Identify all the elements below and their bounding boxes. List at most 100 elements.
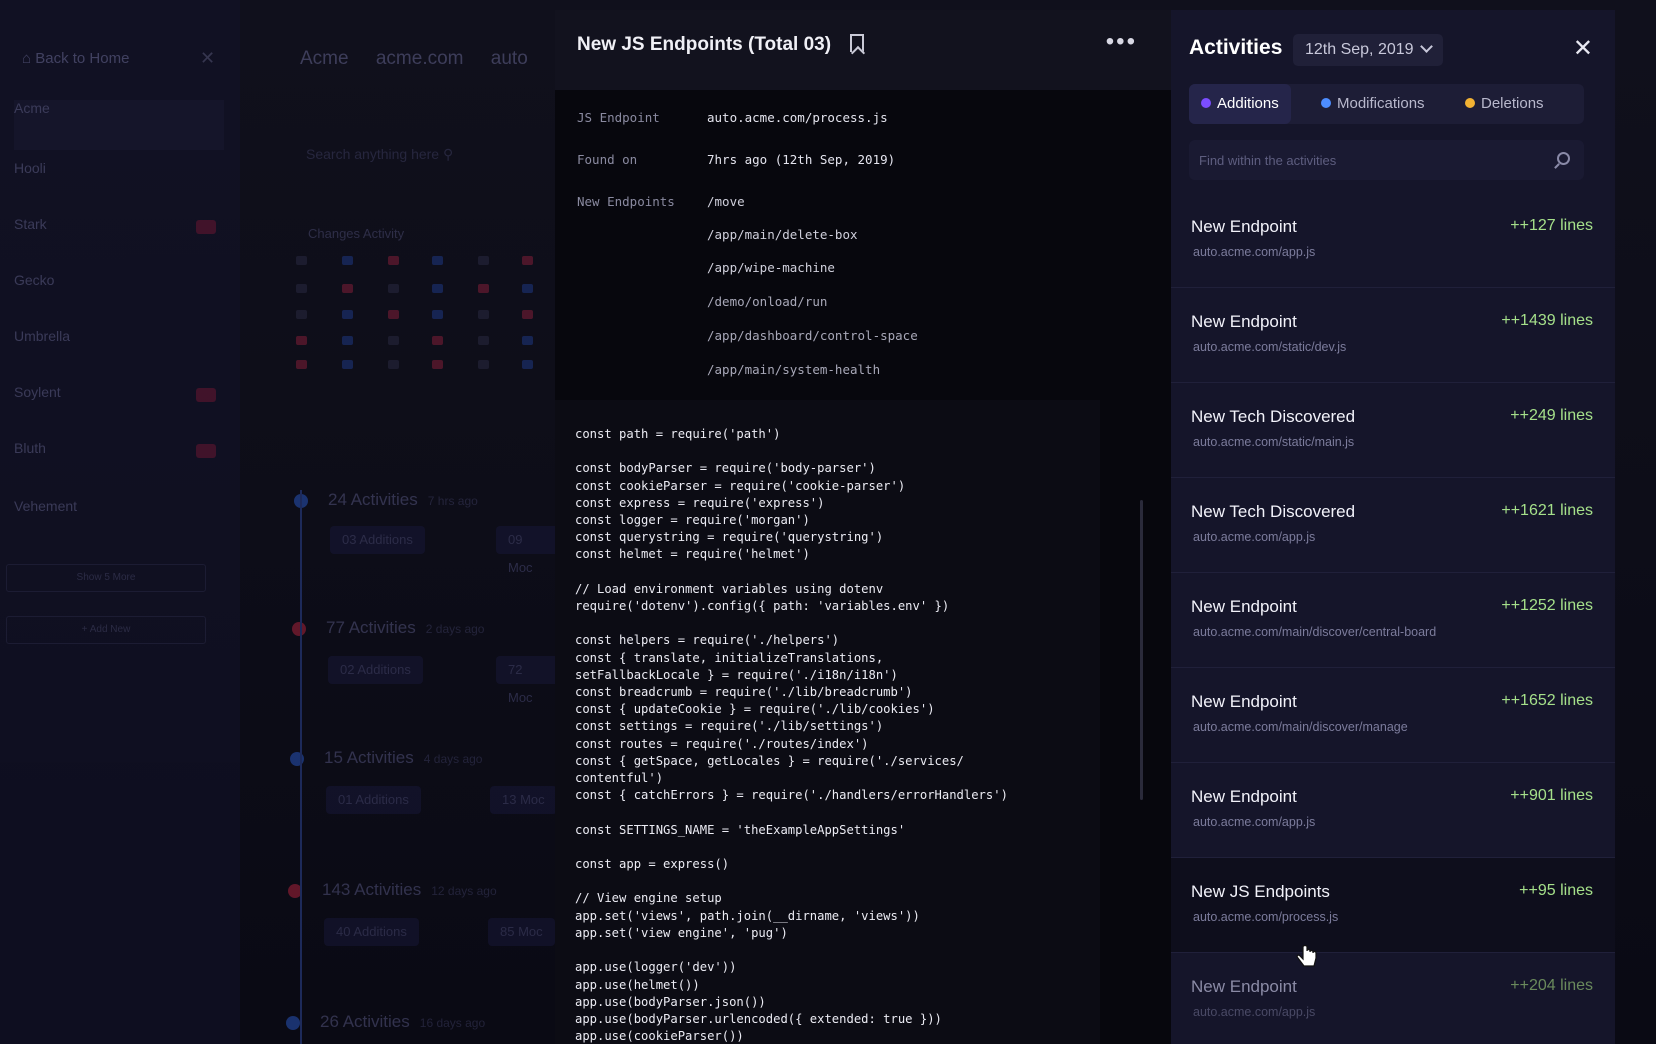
activity-title: New Endpoint [1191,787,1297,806]
activity-grid-cell [388,336,399,345]
sidebar-item-hooli[interactable]: Hooli [14,160,224,210]
activity-grid-cell [478,256,489,265]
activity-grid-cell [522,360,533,369]
add-new-button[interactable]: + Add New [6,616,206,644]
sidebar-item-bluth[interactable]: Bluth [14,440,224,490]
sidebar-item-label: Soylent [14,384,61,400]
activity-grid-cell [522,256,533,265]
activity-url: auto.acme.com/static/main.js [1193,435,1355,449]
activity-grid-cell [522,310,533,319]
activity-grid-cell [296,336,307,345]
activity-title: New Tech Discovered [1191,502,1356,521]
activities-title: Activities [1189,36,1283,59]
modifications-chip[interactable]: 72 Moc [496,656,560,705]
alert-badge [196,220,216,234]
endpoint-path: /app/main/delete-box [707,227,858,242]
more-options-icon[interactable]: ••• [1106,28,1137,56]
modifications-dot-icon [1321,98,1331,108]
tab-acme[interactable]: Acme [300,48,349,69]
close-icon[interactable]: ✕ [1573,34,1593,63]
tab-deletions[interactable]: Deletions [1453,84,1556,124]
sidebar-item-umbrella[interactable]: Umbrella [14,328,224,378]
modifications-chip[interactable]: 13 Moc [490,786,557,814]
activity-grid-cell [388,310,399,319]
background-search[interactable]: Search anything here ⚲ [306,146,453,163]
activity-item[interactable]: New Endpoint auto.acme.com/static/dev.js +… [1171,288,1615,383]
tab-label: Additions [1217,95,1279,112]
timeline-count: 77 Activities [326,618,416,637]
sidebar-item-label: Gecko [14,272,55,288]
activity-search-input[interactable] [1199,140,1529,180]
endpoint-path: /app/dashboard/control-space [707,328,918,343]
timeline-line [300,490,302,1044]
bookmark-icon[interactable] [850,34,864,52]
found-on-label: Found on [577,152,638,167]
activity-url: auto.acme.com/static/dev.js [1193,340,1347,354]
timeline-entry[interactable]: 26 Activities 16 days ago [320,1012,485,1032]
activity-item[interactable]: New Endpoint auto.acme.com/app.js ++901 li… [1171,763,1615,858]
activity-item[interactable]: New Tech Discovered auto.acme.com/static/… [1171,383,1615,478]
timeline-count: 26 Activities [320,1012,410,1031]
modifications-chip[interactable]: 85 Moc [488,918,555,946]
activity-grid-cell [432,360,443,369]
search-icon[interactable] [1557,152,1570,165]
activity-grid-cell [342,284,353,293]
sidebar-item-gecko[interactable]: Gecko [14,272,224,322]
app-window: ⌂ Back to Home ✕ Acme Hooli Stark Gecko … [0,0,1656,1044]
show-more-button[interactable]: Show 5 More [6,564,206,592]
activity-item[interactable]: New Endpoint auto.acme.com/app.js ++127 li… [1171,193,1615,288]
additions-dot-icon [1201,98,1211,108]
endpoint-path: /move [707,194,745,209]
activity-item[interactable]: New Endpoint auto.acme.com/app.js ++204 li… [1171,953,1615,1044]
additions-chip[interactable]: 02 Additions [328,656,423,684]
sidebar-item-stark[interactable]: Stark [14,216,224,266]
endpoint-path: /demo/onload/run [707,294,828,309]
activity-url: auto.acme.com/app.js [1193,815,1316,829]
back-to-home-link[interactable]: ⌂ Back to Home [22,50,129,67]
code-scrollbar[interactable] [1140,500,1143,800]
sidebar-item-label: Hooli [14,160,46,176]
timeline-when: 12 days ago [431,884,497,898]
activity-grid-cell [478,284,489,293]
activity-item[interactable]: New Endpoint auto.acme.com/main/discover/… [1171,573,1615,668]
tab-additions[interactable]: Additions [1189,84,1291,124]
additions-chip[interactable]: 03 Additions [330,526,425,554]
date-selector[interactable]: 12th Sep, 2019 [1293,34,1443,66]
activity-grid-cell [296,284,307,293]
activity-search [1189,140,1584,180]
activity-url: auto.acme.com/app.js [1193,245,1316,259]
activity-grid-cell [522,284,533,293]
timeline-when: 4 days ago [423,752,483,766]
activity-lines: ++901 lines [1510,787,1593,804]
activity-item[interactable]: New Tech Discovered auto.acme.com/app.js +… [1171,478,1615,573]
additions-chip[interactable]: 01 Additions [326,786,421,814]
tab-acme-com[interactable]: acme.com [376,48,464,69]
additions-chip[interactable]: 40 Additions [324,918,419,946]
sidebar-close-icon[interactable]: ✕ [200,48,215,69]
sidebar-item-label: Vehement [14,498,78,514]
activity-title: New Endpoint [1191,692,1297,711]
activity-title: New JS Endpoints [1191,882,1330,901]
modifications-chip[interactable]: 09 Moc [496,526,560,575]
timeline-entry[interactable]: 77 Activities 2 days ago [326,618,484,638]
tab-auto[interactable]: auto [491,48,528,69]
sidebar-item-vehement[interactable]: Vehement [14,498,224,548]
activity-filter-tabs: Additions Modifications Deletions [1189,84,1584,124]
sidebar-item-acme[interactable]: Acme [14,100,224,150]
tab-modifications[interactable]: Modifications [1309,84,1437,124]
activity-item[interactable]: New Endpoint auto.acme.com/main/discover/… [1171,668,1615,763]
endpoint-details: JS Endpoint auto.acme.com/process.js Fou… [555,90,1171,390]
changes-activity-label: Changes Activity [308,226,405,241]
activity-item-selected[interactable]: New JS Endpoints auto.acme.com/process.js… [1171,858,1615,953]
timeline-entry[interactable]: 143 Activities 12 days ago [322,880,497,900]
timeline-entry[interactable]: 24 Activities 7 hrs ago [328,490,478,510]
timeline-entry[interactable]: 15 Activities 4 days ago [324,748,482,768]
alert-badge [196,388,216,402]
code-viewer[interactable]: const path = require('path') const bodyP… [555,400,1100,1044]
endpoint-path: /app/wipe-machine [707,260,835,275]
activity-grid-cell [342,310,353,319]
activity-grid-cell [296,310,307,319]
background-tabs: Acme acme.com auto [300,48,550,70]
sidebar-item-soylent[interactable]: Soylent [14,384,224,434]
sidebar-item-label: Bluth [14,440,46,456]
